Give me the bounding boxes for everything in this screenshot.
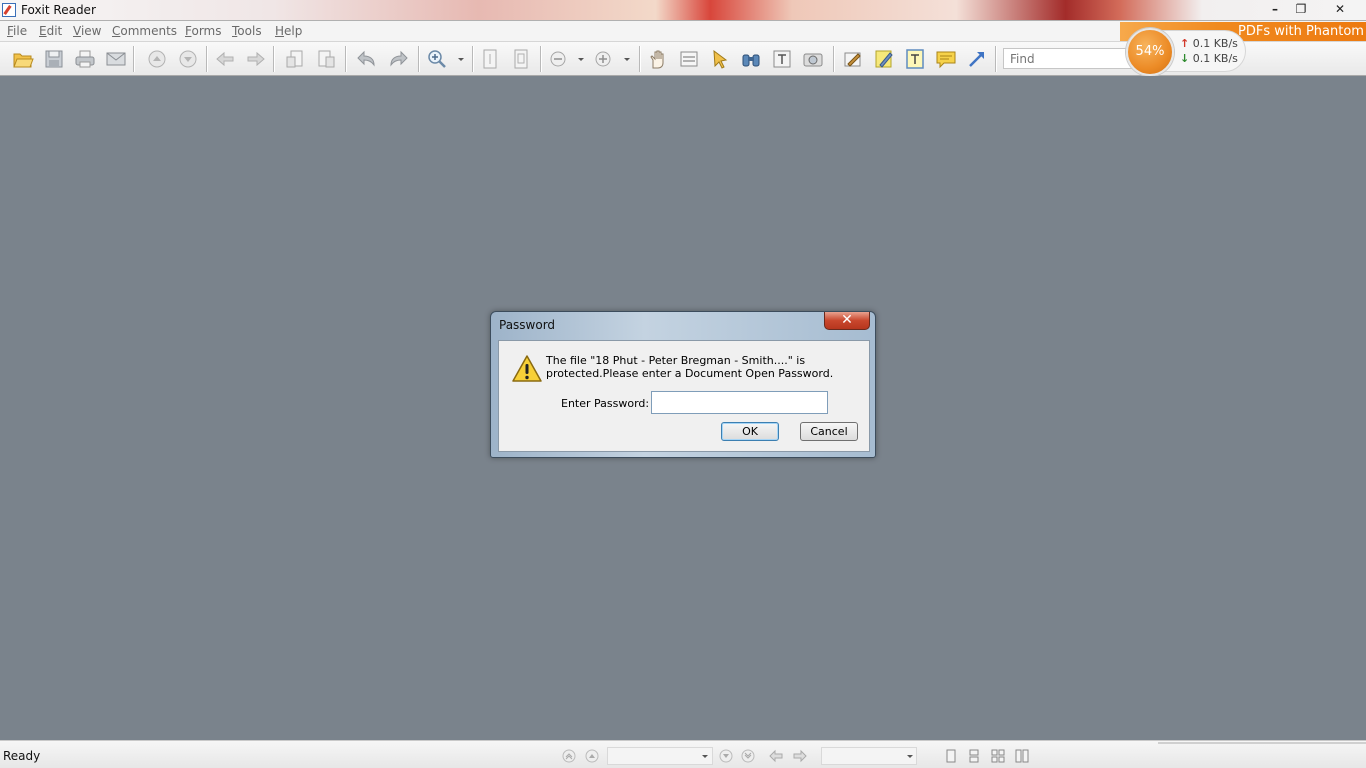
download-speed: ↓ 0.1 KB/s [1180, 52, 1238, 65]
toolbar-separator [133, 46, 135, 72]
arrow-annotation-icon[interactable] [966, 48, 988, 70]
minimize-button[interactable]: – [1262, 1, 1288, 18]
zoom-level-field[interactable] [821, 747, 917, 765]
toolbar-separator [206, 46, 208, 72]
menu-comments[interactable]: Comments [112, 24, 177, 38]
zoom-out-circle-icon[interactable] [547, 48, 569, 70]
network-usage-percent[interactable]: 54% [1126, 28, 1174, 76]
forward-arrow-icon[interactable] [245, 48, 267, 70]
cancel-button[interactable]: Cancel [800, 422, 858, 441]
dialog-message-line-1: The file "18 Phut - Peter Bregman - Smit… [546, 354, 806, 367]
actual-size-icon[interactable] [479, 48, 501, 70]
redo-icon[interactable] [387, 48, 409, 70]
page-dropdown-chevron-icon[interactable] [700, 749, 710, 763]
insert-page-icon[interactable] [284, 48, 306, 70]
previous-page-icon[interactable] [146, 48, 168, 70]
menu-view[interactable]: View [73, 24, 101, 38]
dialog-message-line-2: protected.Please enter a Document Open P… [546, 367, 834, 380]
menu-file[interactable]: File [7, 24, 27, 38]
dialog-close-button[interactable]: ✕ [824, 312, 870, 330]
facing-view-icon[interactable] [991, 749, 1005, 763]
dialog-body: The file "18 Phut - Peter Bregman - Smit… [498, 340, 870, 452]
dialog-message: The file "18 Phut - Peter Bregman - Smit… [546, 354, 846, 380]
status-text: Ready [3, 749, 41, 763]
first-page-icon[interactable] [562, 749, 576, 763]
title-bar: Foxit Reader – ❐ ✕ [0, 0, 1366, 21]
email-icon[interactable] [105, 48, 127, 70]
history-forward-icon[interactable] [793, 749, 807, 763]
ok-button[interactable]: OK [721, 422, 779, 441]
print-icon[interactable] [74, 48, 96, 70]
menu-help[interactable]: Help [275, 24, 302, 38]
download-arrow-icon: ↓ [1180, 52, 1190, 65]
extract-page-icon[interactable] [315, 48, 337, 70]
menu-edit[interactable]: Edit [39, 24, 62, 38]
upload-speed: ↑ 0.1 KB/s [1180, 37, 1238, 50]
next-page-icon[interactable] [177, 48, 199, 70]
single-page-view-icon[interactable] [944, 749, 958, 763]
highlight-pencil-icon[interactable] [873, 48, 895, 70]
find-input[interactable] [1003, 48, 1133, 69]
save-icon[interactable] [43, 48, 65, 70]
toolbar-separator [833, 46, 835, 72]
text-box-icon[interactable] [904, 48, 926, 70]
next-page-status-icon[interactable] [719, 749, 733, 763]
status-bar: Ready [0, 740, 1366, 768]
close-window-button[interactable]: ✕ [1327, 1, 1353, 18]
zoom-dropdown-chevron-icon[interactable] [455, 48, 467, 70]
continuous-view-icon[interactable] [967, 749, 981, 763]
history-back-icon[interactable] [769, 749, 783, 763]
select-arrow-icon[interactable] [709, 48, 731, 70]
back-arrow-icon[interactable] [214, 48, 236, 70]
toolbar-separator [540, 46, 542, 72]
menu-forms[interactable]: Forms [185, 24, 222, 38]
sign-pen-icon[interactable] [842, 48, 864, 70]
toolbar-separator [273, 46, 275, 72]
password-label: Enter Password: [561, 397, 650, 410]
open-folder-icon[interactable] [12, 48, 34, 70]
dialog-title: Password [499, 318, 556, 332]
last-page-icon[interactable] [741, 749, 755, 763]
toolbar-separator [345, 46, 347, 72]
toolbar-separator [639, 46, 641, 72]
warning-icon [512, 355, 542, 382]
typewriter-icon[interactable] [771, 48, 793, 70]
restore-button[interactable]: ❐ [1288, 1, 1314, 18]
hand-tool-icon[interactable] [647, 48, 669, 70]
continuous-facing-view-icon[interactable] [1015, 749, 1029, 763]
toolbar-separator [472, 46, 474, 72]
zoom-in-icon[interactable] [426, 48, 448, 70]
menu-tools[interactable]: Tools [232, 24, 262, 38]
undo-icon[interactable] [356, 48, 378, 70]
fit-page-icon[interactable] [510, 48, 532, 70]
toolbar-separator [418, 46, 420, 72]
zoom-level-dropdown-chevron-icon[interactable] [905, 749, 915, 763]
zoom-in-circle-icon[interactable] [592, 48, 614, 70]
page-number-field[interactable] [607, 747, 713, 765]
status-divider [1158, 742, 1366, 744]
upload-arrow-icon: ↑ [1180, 37, 1190, 50]
password-input[interactable] [651, 391, 828, 414]
find-binoculars-icon[interactable] [740, 48, 762, 70]
zoom-in-dropdown-chevron-icon[interactable] [621, 48, 633, 70]
zoom-out-dropdown-chevron-icon[interactable] [575, 48, 587, 70]
window-title: Foxit Reader [21, 3, 96, 17]
toolbar-separator [995, 46, 997, 72]
note-comment-icon[interactable] [935, 48, 957, 70]
foxit-app-icon [2, 3, 16, 17]
select-text-icon[interactable] [678, 48, 700, 70]
snapshot-camera-icon[interactable] [802, 48, 824, 70]
password-dialog: Password ✕ The file "18 Phut - Peter Bre… [490, 311, 876, 458]
prev-page-icon[interactable] [585, 749, 599, 763]
